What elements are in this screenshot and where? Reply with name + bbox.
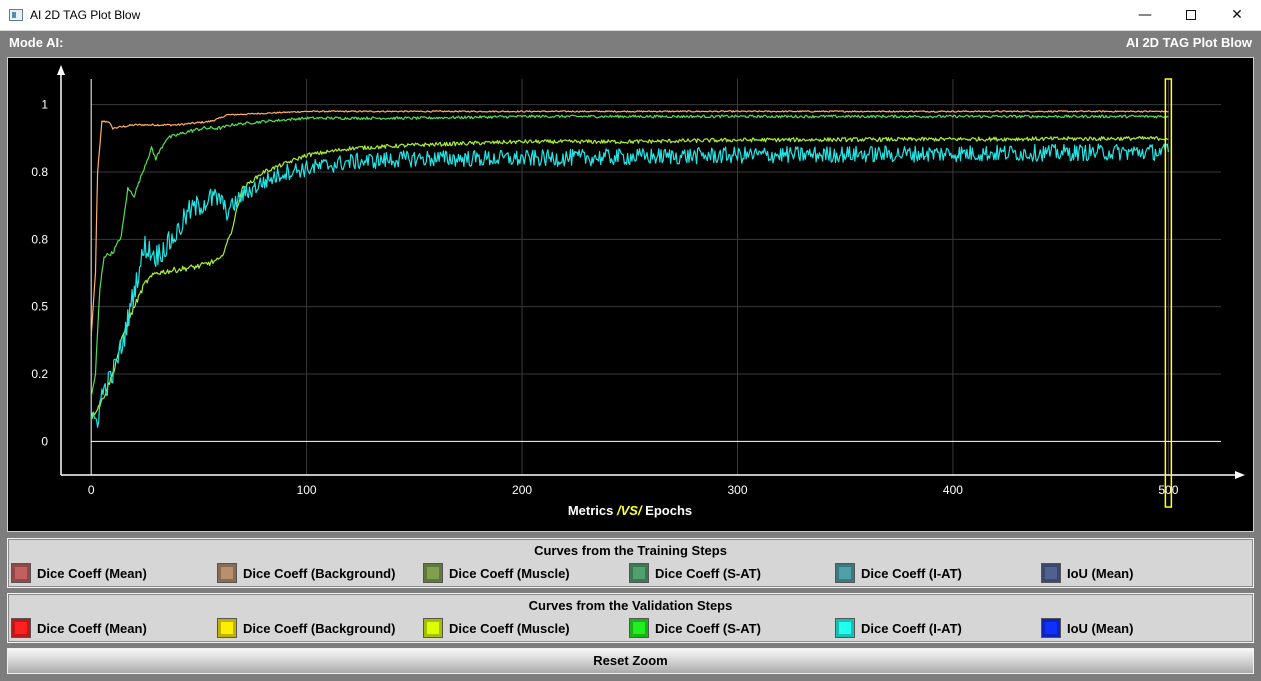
y-axis-arrow-icon xyxy=(57,65,65,75)
legend-validation-swatch-3 xyxy=(423,618,443,638)
legend-validation-dice-s-at[interactable]: Dice Coeff (S-AT) xyxy=(629,618,761,638)
legend-training-swatch-5 xyxy=(835,563,855,583)
legend-training-title: Curves from the Training Steps xyxy=(534,543,727,558)
series-line-4 xyxy=(90,143,1169,428)
x-tick-label-2: 200 xyxy=(512,483,532,497)
legend-validation-swatch-4 xyxy=(629,618,649,638)
x-tick-label-0: 0 xyxy=(88,483,95,497)
legend-validation-dice-i-at[interactable]: Dice Coeff (I-AT) xyxy=(835,618,962,638)
legend-validation-swatch-5 xyxy=(835,618,855,638)
x-tick-label-5: 500 xyxy=(1158,483,1178,497)
legend-validation-dice-mean[interactable]: Dice Coeff (Mean) xyxy=(11,618,147,638)
legend-training: Curves from the Training Steps Dice Coef… xyxy=(7,538,1254,588)
legend-validation-dice-muscle[interactable]: Dice Coeff (Muscle) xyxy=(423,618,570,638)
legend-validation-iou-mean[interactable]: IoU (Mean) xyxy=(1041,618,1133,638)
reset-zoom-button[interactable]: Reset Zoom xyxy=(7,648,1254,674)
y-tick-label-2: 0.5 xyxy=(31,300,48,314)
x-tick-label-1: 100 xyxy=(297,483,317,497)
x-tick-label-4: 400 xyxy=(943,483,963,497)
series-line-3 xyxy=(90,135,1169,420)
x-axis-label: Metrics /VS/ Epochs xyxy=(568,503,692,518)
app-body: Mode AI: AI 2D TAG Plot Blow 0 100 200 300 4… xyxy=(0,31,1261,681)
minimize-icon[interactable]: — xyxy=(1122,0,1168,31)
mode-label: Mode AI: xyxy=(9,35,64,50)
legend-validation-swatch-6 xyxy=(1041,618,1061,638)
series-layer xyxy=(90,110,1169,428)
app-window-icon xyxy=(9,9,23,21)
legend-validation-title: Curves from the Validation Steps xyxy=(528,598,733,613)
legend-training-iou-mean[interactable]: IoU (Mean) xyxy=(1041,563,1133,583)
legend-validation: Curves from the Validation Steps Dice Co… xyxy=(7,593,1254,643)
y-tick-label-5: 1 xyxy=(41,98,48,112)
legend-training-dice-mean[interactable]: Dice Coeff (Mean) xyxy=(11,563,147,583)
y-tick-label-0: 0 xyxy=(41,434,48,448)
y-tick-label-4: 0.8 xyxy=(31,165,48,179)
x-tick-label-3: 300 xyxy=(727,483,747,497)
legend-training-swatch-1 xyxy=(11,563,31,583)
legend-training-dice-muscle[interactable]: Dice Coeff (Muscle) xyxy=(423,563,570,583)
legend-training-swatch-4 xyxy=(629,563,649,583)
axis-layer: 0 100 200 300 400 500 0 0.2 0.5 0.8 0.8 1 xyxy=(31,65,1245,497)
legend-training-dice-background[interactable]: Dice Coeff (Background) xyxy=(217,563,395,583)
title-bar: AI 2D TAG Plot Blow — ✕ xyxy=(0,0,1261,31)
x-axis-arrow-icon xyxy=(1235,471,1245,479)
plot-title: AI 2D TAG Plot Blow xyxy=(1125,35,1252,50)
legend-training-dice-i-at[interactable]: Dice Coeff (I-AT) xyxy=(835,563,962,583)
maximize-icon[interactable] xyxy=(1168,0,1214,31)
legend-validation-dice-background[interactable]: Dice Coeff (Background) xyxy=(217,618,395,638)
legend-training-swatch-2 xyxy=(217,563,237,583)
chart-svg[interactable]: 0 100 200 300 400 500 0 0.2 0.5 0.8 0.8 1 Metrics /… xyxy=(8,58,1253,531)
legend-validation-swatch-1 xyxy=(11,618,31,638)
y-tick-label-1: 0.2 xyxy=(31,367,48,381)
window-title: AI 2D TAG Plot Blow xyxy=(30,8,141,22)
series-line-1 xyxy=(90,110,1169,337)
y-tick-label-3: 0.8 xyxy=(31,232,48,246)
legend-training-dice-s-at[interactable]: Dice Coeff (S-AT) xyxy=(629,563,761,583)
plot-panel[interactable]: 0 100 200 300 400 500 0 0.2 0.5 0.8 0.8 1 Metrics /… xyxy=(7,57,1254,532)
legend-validation-swatch-2 xyxy=(217,618,237,638)
close-icon[interactable]: ✕ xyxy=(1214,0,1260,31)
legend-training-swatch-3 xyxy=(423,563,443,583)
legend-training-swatch-6 xyxy=(1041,563,1061,583)
